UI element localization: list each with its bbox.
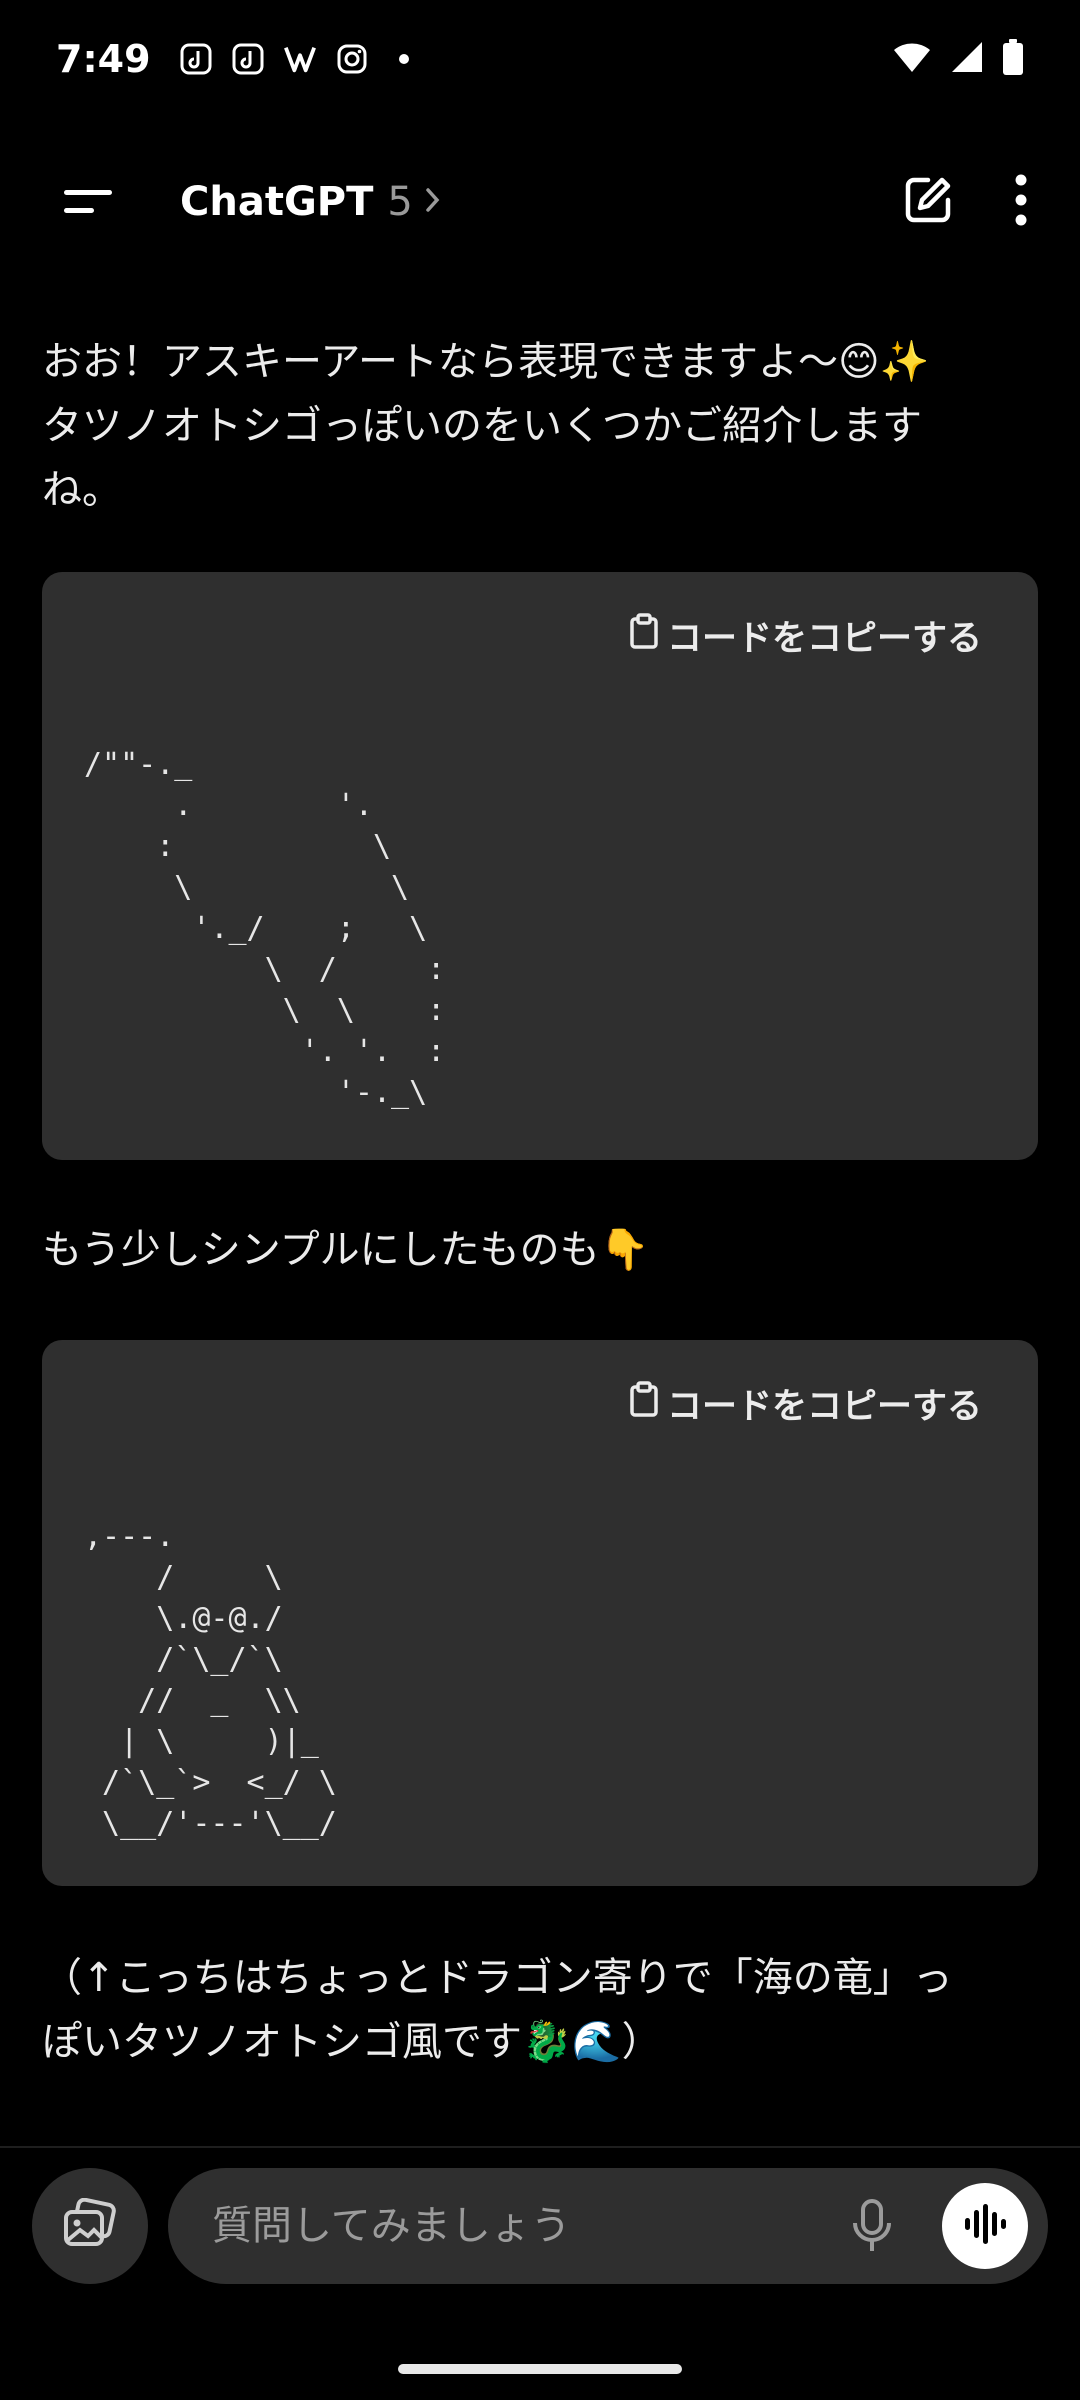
message-input-container[interactable] — [168, 2168, 1048, 2284]
microphone-icon[interactable] — [844, 2198, 900, 2254]
voice-mode-button[interactable] — [942, 2183, 1028, 2269]
message-input[interactable] — [212, 2203, 812, 2249]
home-indicator[interactable] — [398, 2364, 682, 2374]
code-block-1: コードをコピーする /""-._ . '. : \ \ \ '._/ ; \ \… — [42, 572, 1038, 1160]
model-selector[interactable]: ChatGPT 5 — [180, 179, 443, 225]
assistant-message-intro: おお！アスキーアートなら表現できますよ〜😊✨ タツノオトシゴっぽいのをいくつかご… — [42, 330, 1038, 522]
copy-code-button[interactable]: コードをコピーする — [629, 610, 982, 661]
kebab-icon[interactable] — [1014, 174, 1028, 230]
tiktok-icon — [231, 42, 265, 76]
image-attach-icon — [62, 2197, 118, 2254]
dot-icon — [387, 42, 421, 76]
battery-icon — [1002, 39, 1024, 79]
ascii-art-dragon: ,---. / \ \.@-@./ /`\_/`\ // _ \\ | \ )|… — [84, 1519, 337, 1841]
message-line: ね。 — [42, 467, 122, 513]
assistant-message-outro: （↑こっちはちょっとドラゴン寄りで「海の竜」っ ぽいタツノオトシゴ風です🐉🌊） — [42, 1946, 1038, 2074]
message-line: タツノオトシゴっぽいのをいくつかご紹介します — [42, 403, 922, 449]
message-line: （↑こっちはちょっとドラゴン寄りで「海の竜」っ — [42, 1955, 953, 2001]
instagram-icon — [335, 42, 369, 76]
clipboard-icon — [629, 613, 659, 658]
message-line: ぽいタツノオトシゴ風です🐉🌊） — [42, 2019, 662, 2065]
notification-icons — [179, 42, 421, 76]
voice-mode-icon — [963, 2204, 1007, 2248]
app-title: ChatGPT — [180, 179, 374, 225]
edit-icon[interactable] — [902, 174, 954, 230]
composer-divider — [0, 2146, 1080, 2148]
assistant-message-simple: もう少しシンプルにしたものも👇 — [42, 1227, 650, 1273]
status-bar: 7:49 — [0, 0, 1080, 118]
chevron-right-icon — [423, 185, 443, 219]
copy-code-label: コードをコピーする — [666, 619, 982, 659]
system-icons — [892, 39, 1024, 79]
clipboard-icon — [629, 1381, 659, 1426]
copy-code-label: コードをコピーする — [666, 1387, 982, 1427]
app-header: ChatGPT 5 — [0, 150, 1080, 254]
vivid-icon — [283, 42, 317, 76]
hamburger-icon[interactable] — [40, 152, 140, 252]
image-attach-button[interactable] — [32, 2168, 148, 2284]
code-block-2: コードをコピーする ,---. / \ \.@-@./ /`\_/`\ // _… — [42, 1340, 1038, 1886]
signal-icon — [950, 40, 984, 78]
model-version: 5 — [387, 179, 413, 225]
wifi-icon — [892, 40, 932, 78]
status-time: 7:49 — [56, 37, 151, 81]
ascii-art-seahorse: /""-._ . '. : \ \ \ '._/ ; \ \ / : \ \ :… — [84, 747, 446, 1110]
message-line: おお！アスキーアートなら表現できますよ〜😊✨ — [42, 339, 930, 385]
tiktok-icon — [179, 42, 213, 76]
copy-code-button[interactable]: コードをコピーする — [629, 1378, 982, 1429]
chat-content: おお！アスキーアートなら表現できますよ〜😊✨ タツノオトシゴっぽいのをいくつかご… — [42, 330, 1038, 2074]
